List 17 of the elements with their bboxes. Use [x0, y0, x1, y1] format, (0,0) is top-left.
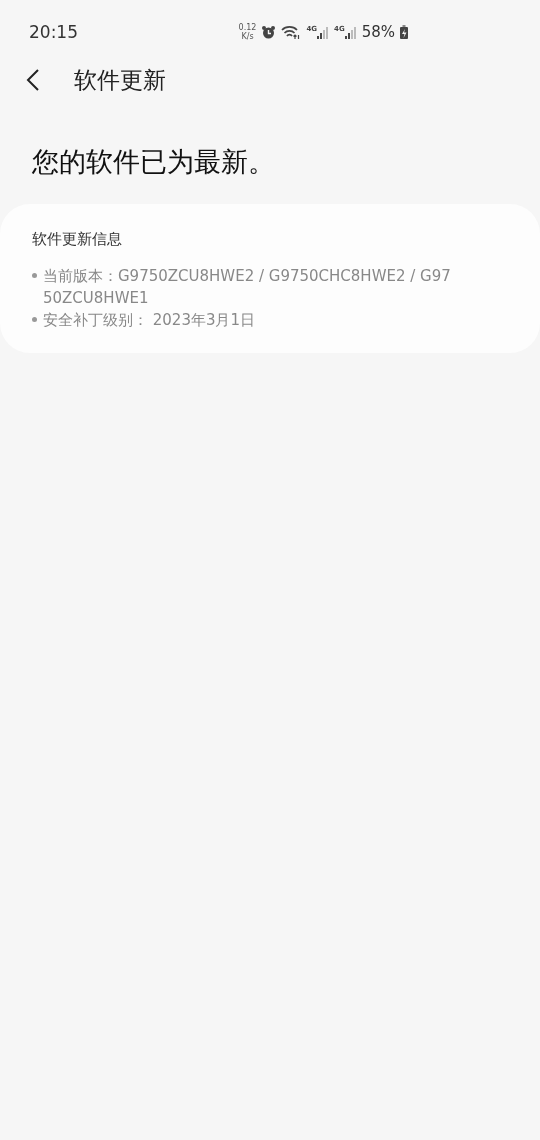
battery-percent: 58%	[361, 23, 395, 41]
status-heading: 您的软件已为最新。	[31, 145, 276, 179]
signal-icon	[344, 25, 357, 39]
network-speed: 0.12	[238, 23, 257, 32]
info-text: 安全补丁级别： 2023年3月1日	[43, 310, 256, 331]
bullet-icon	[32, 273, 37, 278]
clock-time: 20:15	[29, 22, 78, 42]
section-title: 软件更新信息	[32, 230, 123, 249]
wifi-icon	[281, 24, 302, 40]
info-text: 当前版本：G9750ZCU8HWE2 / G9750CHC8HWE2 / G9750ZCU8HWE1	[43, 266, 452, 309]
speed-unit: K/s	[241, 32, 254, 41]
battery-charging-icon	[400, 25, 408, 39]
bullet-icon	[32, 317, 37, 322]
back-icon	[26, 68, 40, 92]
page-title: 软件更新	[74, 65, 166, 95]
alarm-icon	[261, 24, 277, 40]
signal-icon	[317, 25, 330, 39]
